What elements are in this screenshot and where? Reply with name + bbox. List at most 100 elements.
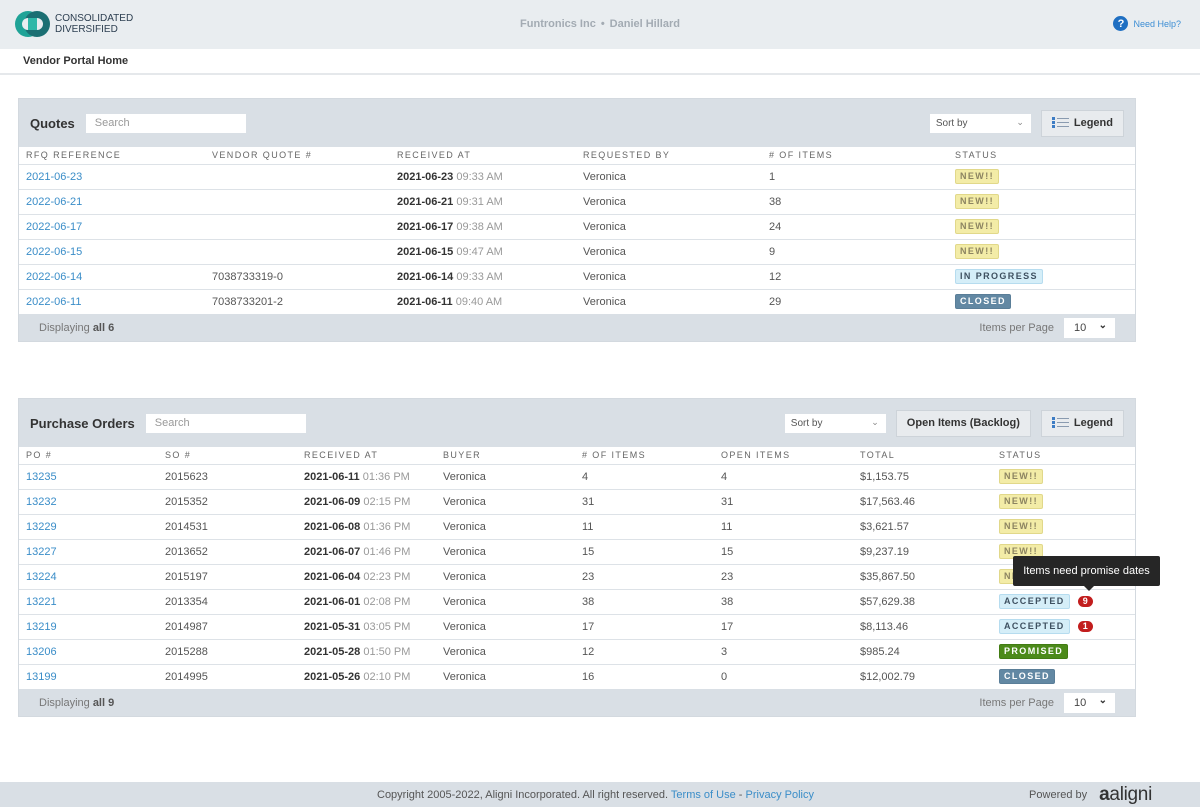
vendor-quote-number <box>205 189 390 215</box>
po-row[interactable]: 13206 2015288 2021-05-28 01:50 PM Veronica 1… <box>19 639 1135 665</box>
quote-row[interactable]: 2022-06-21 2021-06-21 09:31 AM Veronica 38 N… <box>19 189 1135 215</box>
po-row[interactable]: 13235 2015623 2021-06-11 01:36 PM Veronica 4… <box>19 464 1135 490</box>
po-number-link[interactable]: 13227 <box>26 546 57 558</box>
item-count: 16 <box>582 670 595 683</box>
po-row[interactable]: 13199 2014995 2021-05-26 02:10 PM Veronica 1… <box>19 664 1135 689</box>
po-number-link[interactable]: 13199 <box>26 671 57 683</box>
quotes-items-per-page-select[interactable]: 10 ⌄ <box>1064 317 1115 338</box>
po-row[interactable]: 13232 2015352 2021-06-09 02:15 PM Veronica 3… <box>19 489 1135 515</box>
rfq-reference-link[interactable]: 2021-06-23 <box>26 171 82 183</box>
rfq-reference-link[interactable]: 2022-06-15 <box>26 246 82 258</box>
quotes-search-input[interactable] <box>85 113 246 133</box>
open-items: 31 <box>714 489 853 515</box>
item-count: 23 <box>575 564 714 590</box>
vendor-quote-number <box>205 164 390 190</box>
quote-row[interactable]: 2021-06-23 2021-06-23 09:33 AM Veronica 1 NE… <box>19 164 1135 190</box>
quote-row[interactable]: 2022-06-17 2021-06-17 09:38 AM Veronica 24 N… <box>19 214 1135 240</box>
so-number: 2014531 <box>158 514 297 540</box>
col-requested-by[interactable]: REQUESTED BY <box>576 147 762 165</box>
col-num-items[interactable]: # OF ITEMS <box>762 147 948 165</box>
requested-by: Veronica <box>583 295 626 308</box>
vendor-quote-number <box>205 239 390 265</box>
status-badge: PROMISED <box>999 644 1069 659</box>
col-total[interactable]: TOTAL <box>853 447 992 465</box>
total: $9,237.19 <box>853 539 992 565</box>
col-buyer[interactable]: BUYER <box>436 447 575 465</box>
po-sort-select[interactable]: Sort by ⌄ <box>784 413 886 433</box>
po-row[interactable]: 13227 2013652 2021-06-07 01:46 PM Veronica 1… <box>19 539 1135 565</box>
so-number: 2015352 <box>158 489 297 515</box>
quotes-panel: Quotes Sort by ⌄ Legend RFQ REFERENCE <box>18 98 1136 342</box>
col-so-number[interactable]: SO # <box>158 447 297 465</box>
col-received-at[interactable]: RECEIVED AT <box>390 147 576 165</box>
item-count: 11 <box>575 514 714 540</box>
vendor-portal-home-link[interactable]: Vendor Portal Home <box>23 55 128 67</box>
copyright-text: Copyright 2005-2022, Aligni Incorporated… <box>377 789 669 801</box>
col-rfq-reference[interactable]: RFQ REFERENCE <box>19 147 205 165</box>
item-count: 24 <box>762 214 948 240</box>
page-footer: Copyright 2005-2022, Aligni Incorporated… <box>0 782 1200 807</box>
received-at: 2021-06-23 09:33 AM <box>390 164 576 190</box>
total: $57,629.38 <box>853 589 992 615</box>
po-number-link[interactable]: 13232 <box>26 496 57 508</box>
list-icon <box>1051 417 1069 429</box>
status-badge: CLOSED <box>999 669 1055 685</box>
sub-navigation: Vendor Portal Home <box>0 49 1200 75</box>
needs-promise-count-badge[interactable]: 9 <box>1077 596 1093 607</box>
po-number-link[interactable]: 13219 <box>26 621 57 633</box>
so-number: 2014987 <box>158 614 297 640</box>
displaying-count: Displaying all 9 <box>39 696 115 709</box>
privacy-policy-link[interactable]: Privacy Policy <box>746 789 814 801</box>
rfq-reference-link[interactable]: 2022-06-14 <box>26 271 82 283</box>
col-status[interactable]: STATUS <box>948 147 1135 165</box>
aligni-logo[interactable]: aaligni <box>1099 785 1152 804</box>
col-num-items[interactable]: # OF ITEMS <box>575 447 714 465</box>
quotes-sort-select[interactable]: Sort by ⌄ <box>929 113 1031 133</box>
open-items-backlog-button[interactable]: Open Items (Backlog) <box>895 409 1031 437</box>
chevron-down-icon: ⌄ <box>871 416 879 427</box>
rfq-reference-link[interactable]: 2022-06-21 <box>26 196 82 208</box>
po-row[interactable]: 13219 2014987 2021-05-31 03:05 PM Veronica 1… <box>19 614 1135 640</box>
po-items-per-page-select[interactable]: 10 ⌄ <box>1064 692 1115 713</box>
po-row[interactable]: 13224 2015197 2021-06-04 02:23 PM Veronica 2… <box>19 564 1135 590</box>
so-number: 2013652 <box>158 539 297 565</box>
po-row[interactable]: 13221 2013354 2021-06-01 02:08 PM Veronica 3… <box>19 589 1135 615</box>
powered-by: Powered by aaligni <box>1029 785 1152 804</box>
po-legend-button[interactable]: Legend <box>1040 409 1124 437</box>
col-vendor-quote[interactable]: VENDOR QUOTE # <box>205 147 390 165</box>
received-at: 2021-06-17 09:38 AM <box>390 214 576 240</box>
col-received-at[interactable]: RECEIVED AT <box>297 447 436 465</box>
po-number-link[interactable]: 13206 <box>26 646 57 658</box>
po-number-link[interactable]: 13235 <box>26 471 57 483</box>
item-count: 38 <box>762 189 948 215</box>
total: $1,153.75 <box>853 464 992 490</box>
po-number-link[interactable]: 13229 <box>26 521 57 533</box>
po-number-link[interactable]: 13221 <box>26 596 57 608</box>
rfq-reference-link[interactable]: 2022-06-17 <box>26 221 82 233</box>
quotes-legend-button[interactable]: Legend <box>1040 109 1124 137</box>
quote-row[interactable]: 2022-06-11 7038733201-2 2021-06-11 09:40 A… <box>19 289 1135 314</box>
company-name: Funtronics Inc <box>520 18 596 30</box>
account-info: Funtronics Inc • Daniel Hillard <box>0 18 1200 30</box>
po-number-link[interactable]: 13224 <box>26 571 57 583</box>
rfq-reference-link[interactable]: 2022-06-11 <box>26 296 81 308</box>
promise-dates-tooltip: Items need promise dates <box>1013 556 1160 591</box>
separator: • <box>600 18 605 30</box>
po-search-input[interactable] <box>145 413 306 433</box>
needs-promise-count-badge[interactable]: 1 <box>1077 621 1093 632</box>
col-po-number[interactable]: PO # <box>19 447 158 465</box>
quote-row[interactable]: 2022-06-15 2021-06-15 09:47 AM Veronica 9 NE… <box>19 239 1135 265</box>
po-row[interactable]: 13229 2014531 2021-06-08 01:36 PM Veronica 1… <box>19 514 1135 540</box>
terms-of-use-link[interactable]: Terms of Use <box>671 789 736 801</box>
col-open-items[interactable]: OPEN ITEMS <box>714 447 853 465</box>
open-items: 23 <box>714 564 853 590</box>
status-badge: NEW!! <box>999 494 1043 509</box>
total: $8,113.46 <box>853 614 992 640</box>
received-at: 2021-06-07 01:46 PM <box>297 539 436 565</box>
item-count: 4 <box>575 464 714 490</box>
list-icon <box>1051 117 1069 129</box>
quote-row[interactable]: 2022-06-14 7038733319-0 2021-06-14 09:33 A… <box>19 264 1135 290</box>
need-help-link[interactable]: ? Need Help? <box>1113 16 1181 31</box>
col-status[interactable]: STATUS <box>992 447 1135 465</box>
po-header-row: PO # SO # RECEIVED AT BUYER # OF ITEMS O… <box>19 447 1135 465</box>
